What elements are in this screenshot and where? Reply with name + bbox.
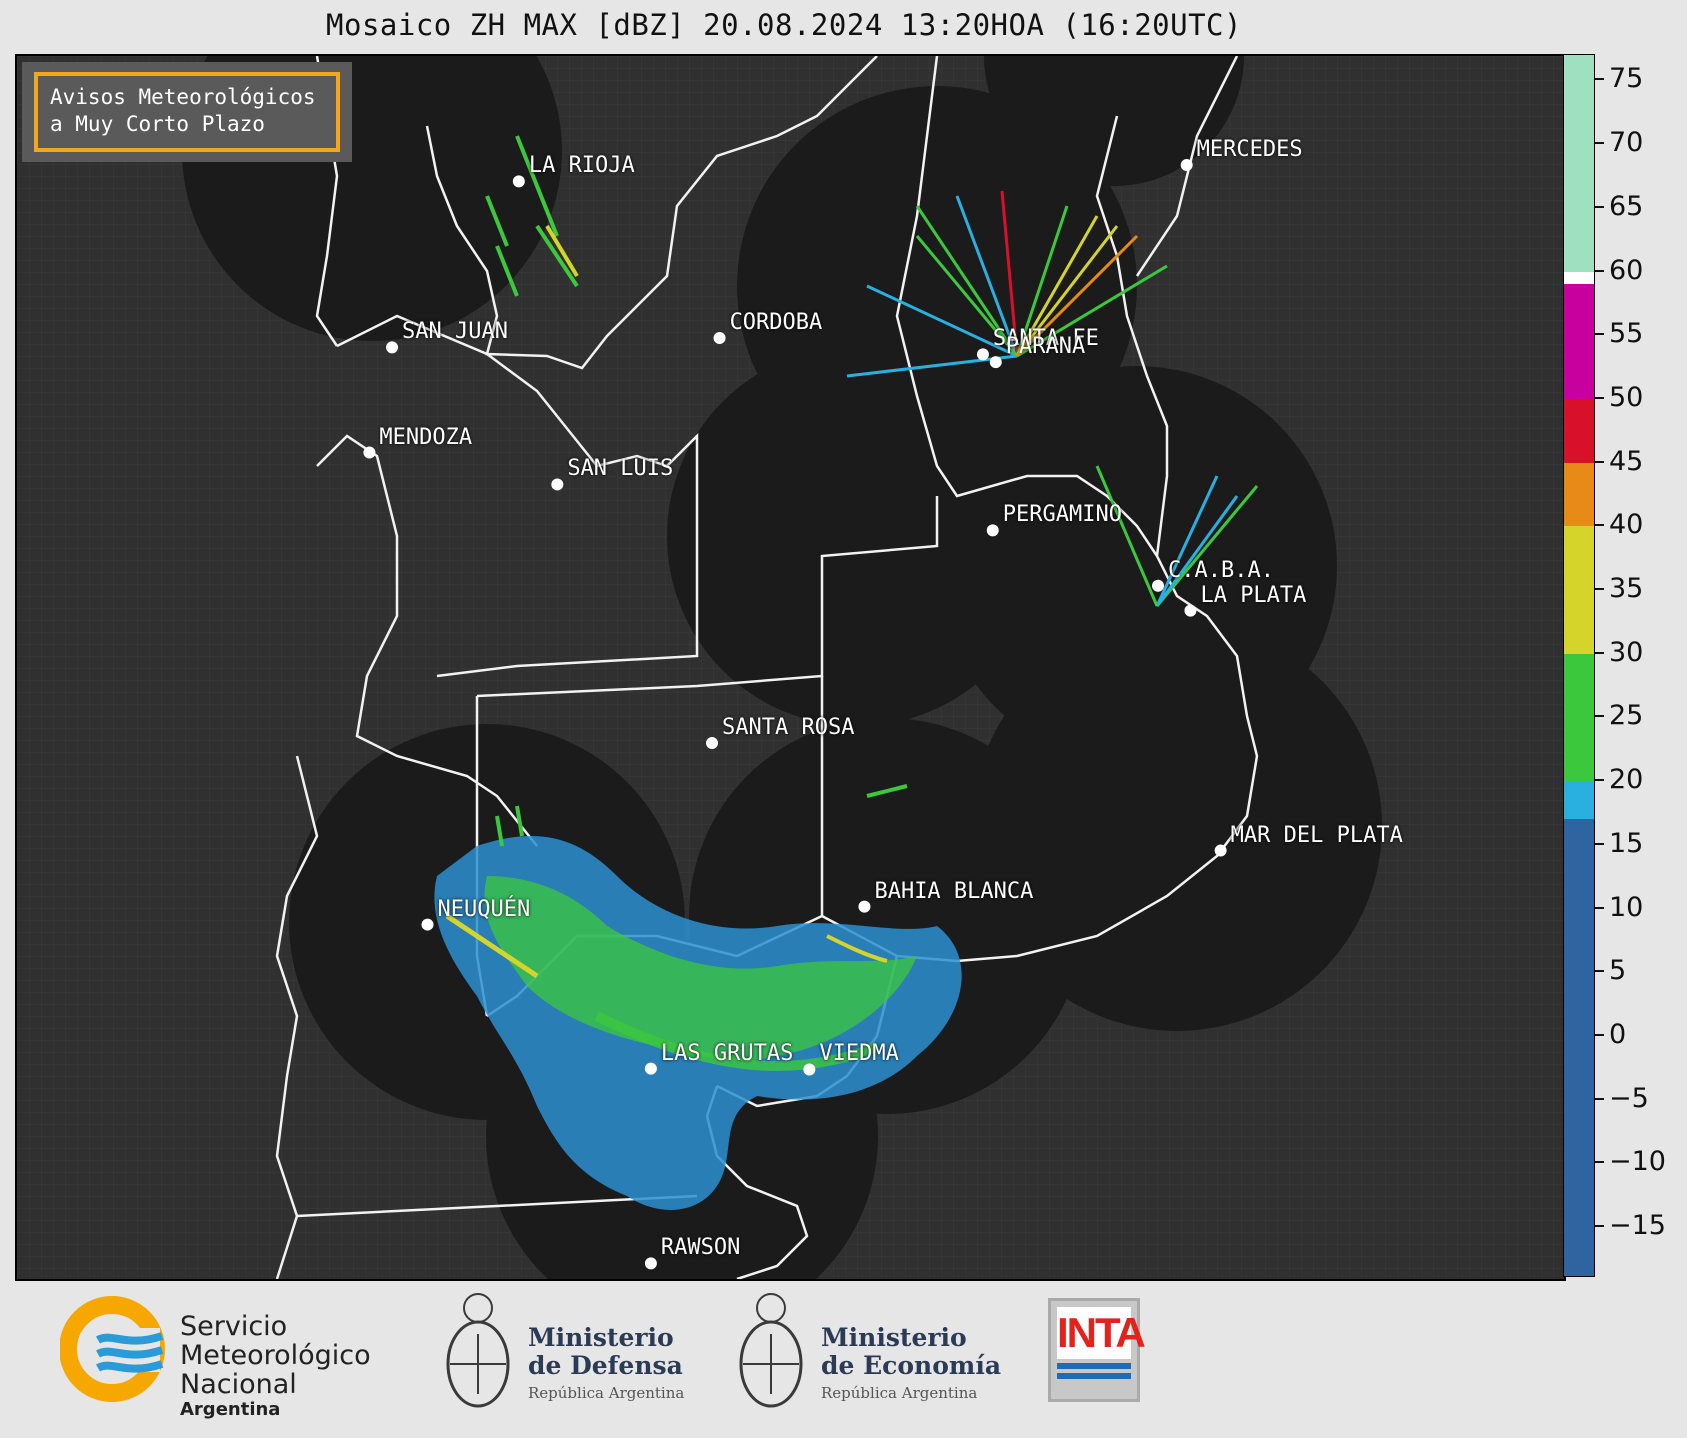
city-marker bbox=[976, 348, 989, 361]
city-marker bbox=[858, 900, 871, 913]
colorbar-tick-label: −10 bbox=[1609, 1146, 1666, 1178]
colorbar-segment bbox=[1564, 781, 1594, 820]
city-marker bbox=[1152, 579, 1165, 592]
city-marker bbox=[706, 737, 719, 750]
city-label: PARANA bbox=[1005, 334, 1086, 360]
colorbar-segment bbox=[1564, 284, 1594, 399]
ministerio-defensa-logo[interactable]: Ministerio de Defensa República Argentin… bbox=[440, 1284, 700, 1424]
city-label: PERGAMINO bbox=[1002, 502, 1122, 528]
city-marker bbox=[713, 331, 726, 344]
colorbar-segment bbox=[1564, 398, 1594, 463]
ministerio-economia-logo[interactable]: Ministerio de Economía República Argenti… bbox=[733, 1284, 1013, 1424]
city-marker bbox=[386, 341, 399, 354]
radar-map-canvas[interactable] bbox=[17, 56, 1564, 1279]
colorbar-tick-label: 70 bbox=[1609, 127, 1644, 159]
smn-logo[interactable]: Servicio Meteorológico Nacional Argentin… bbox=[59, 1294, 390, 1420]
city-label: SANTA ROSA bbox=[722, 715, 855, 741]
city-label: LAS GRUTAS bbox=[660, 1040, 794, 1066]
city-marker bbox=[551, 478, 564, 491]
city-marker bbox=[644, 1257, 657, 1270]
colorbar-tick-label: 5 bbox=[1609, 955, 1627, 987]
city-marker bbox=[363, 446, 376, 459]
city-marker bbox=[1180, 159, 1193, 172]
defensa-line-2: de Defensa bbox=[528, 1351, 683, 1380]
radar-map[interactable]: LA RIOJA MERCEDES SAN JUAN CORDOBA SANTA FE P… bbox=[15, 54, 1566, 1281]
city-label: C.A.B.A. bbox=[1168, 557, 1274, 583]
city-label: CORDOBA bbox=[729, 309, 823, 335]
argentina-coat-of-arms-icon bbox=[739, 1293, 803, 1408]
city-marker bbox=[421, 918, 434, 931]
colorbar-segment bbox=[1564, 462, 1594, 527]
colorbar-tick-label: 75 bbox=[1609, 63, 1644, 95]
colorbar-tick-label: −5 bbox=[1609, 1082, 1649, 1114]
colorbar-tick-label: 65 bbox=[1609, 190, 1644, 222]
colorbar-tick-label: 10 bbox=[1609, 891, 1644, 923]
inta-label: INTA bbox=[1057, 1307, 1146, 1359]
colorbar-tick-label: 0 bbox=[1609, 1018, 1627, 1050]
city-label: SAN JUAN bbox=[402, 319, 509, 345]
notice-line-1: Avisos Meteorológicos bbox=[50, 85, 316, 109]
economia-line-1: Ministerio bbox=[821, 1323, 967, 1352]
city-label: VIEDMA bbox=[819, 1041, 899, 1067]
map-title: Mosaico ZH MAX [dBZ] 20.08.2024 13:20HOA… bbox=[326, 8, 1242, 42]
colorbar-segment bbox=[1564, 526, 1594, 654]
colorbar-tick-label: −15 bbox=[1609, 1210, 1666, 1242]
colorbar-tick-label: 25 bbox=[1609, 700, 1644, 732]
city-label: NEUQUÉN bbox=[437, 896, 531, 922]
city-marker bbox=[512, 175, 525, 188]
dbz-colorbar bbox=[1563, 54, 1595, 1277]
smn-emblem-icon bbox=[59, 1296, 165, 1402]
smn-line-2: Meteorológico bbox=[180, 1340, 371, 1371]
colorbar-tick-label: 55 bbox=[1609, 318, 1644, 350]
colorbar-segment bbox=[1564, 55, 1594, 272]
colorbar-tick-label: 30 bbox=[1609, 636, 1644, 668]
inta-logo[interactable]: INTA bbox=[1048, 1298, 1146, 1402]
colorbar-segment bbox=[1564, 271, 1594, 285]
colorbar-tick-label: 35 bbox=[1609, 573, 1644, 605]
city-label: SAN LUIS bbox=[567, 456, 674, 482]
colorbar-tick-label: 40 bbox=[1609, 509, 1644, 541]
colorbar-tick-label: 45 bbox=[1609, 445, 1644, 477]
city-label: LA PLATA bbox=[1200, 582, 1307, 608]
warning-notice-box[interactable]: Avisos Meteorológicos a Muy Corto Plazo bbox=[22, 62, 352, 162]
city-label: MENDOZA bbox=[379, 424, 473, 450]
colorbar-segment bbox=[1564, 653, 1594, 782]
inta-bars-icon bbox=[1057, 1363, 1131, 1383]
city-marker bbox=[1214, 844, 1227, 857]
defensa-line-1: Ministerio bbox=[528, 1323, 674, 1352]
defensa-sub: República Argentina bbox=[528, 1384, 685, 1402]
radar-coverage-pergamino bbox=[667, 346, 1047, 726]
city-marker bbox=[803, 1063, 816, 1076]
argentina-coat-of-arms-icon bbox=[446, 1293, 510, 1408]
notice-line-2: a Muy Corto Plazo bbox=[50, 112, 265, 136]
smn-line-3: Nacional bbox=[180, 1369, 297, 1400]
colorbar-tick-label: 60 bbox=[1609, 254, 1644, 286]
city-label: MERCEDES bbox=[1196, 137, 1303, 163]
city-marker bbox=[989, 356, 1002, 369]
city-marker bbox=[1184, 604, 1197, 617]
colorbar-segment bbox=[1564, 819, 1594, 1276]
colorbar-tick-label: 50 bbox=[1609, 381, 1644, 413]
colorbar-tick-label: 15 bbox=[1609, 827, 1644, 859]
economia-line-2: de Economía bbox=[821, 1351, 1002, 1380]
city-label: LA RIOJA bbox=[528, 153, 635, 179]
economia-sub: República Argentina bbox=[821, 1384, 978, 1402]
city-label: BAHIA BLANCA bbox=[874, 878, 1034, 904]
city-marker bbox=[644, 1062, 657, 1075]
city-label: RAWSON bbox=[660, 1235, 741, 1261]
smn-country: Argentina bbox=[180, 1399, 281, 1420]
city-marker bbox=[986, 524, 999, 537]
footer-logos: Servicio Meteorológico Nacional Argentin… bbox=[0, 1280, 1687, 1438]
smn-line-1: Servicio bbox=[180, 1311, 288, 1342]
colorbar-tick-label: 20 bbox=[1609, 764, 1644, 796]
city-label: MAR DEL PLATA bbox=[1230, 822, 1403, 848]
